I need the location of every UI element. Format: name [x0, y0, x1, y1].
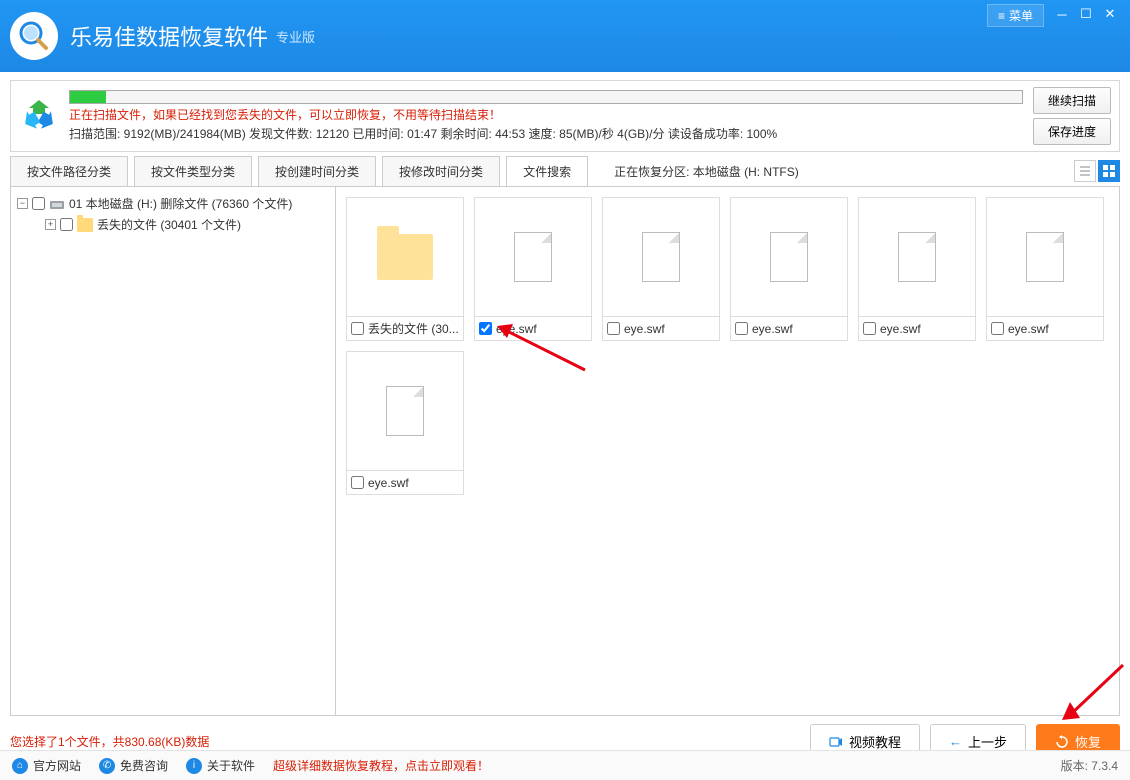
home-icon: ⌂ — [12, 758, 28, 774]
content-area: − 01 本地磁盘 (H:) 删除文件 (76360 个文件) + 丢失的文件 … — [10, 186, 1120, 716]
official-site-link[interactable]: ⌂ 官方网站 — [12, 757, 81, 774]
tree-child-label: 丢失的文件 (30401 个文件) — [97, 216, 241, 233]
scan-panel: 正在扫描文件，如果已经找到您丢失的文件，可以立即恢复，不用等待扫描结束！ 扫描范… — [10, 80, 1120, 152]
app-title: 乐易佳数据恢复软件 — [70, 20, 268, 52]
tree-expand-icon[interactable]: + — [45, 219, 56, 230]
maximize-button[interactable]: ☐ — [1074, 4, 1098, 24]
drive-icon — [49, 196, 65, 212]
file-thumbnail — [475, 198, 591, 316]
tree-child-checkbox[interactable] — [60, 218, 73, 231]
file-item[interactable]: eye.swf — [730, 197, 848, 341]
tabs-row: 按文件路径分类 按文件类型分类 按创建时间分类 按修改时间分类 文件搜索 正在恢… — [10, 156, 1120, 186]
refresh-icon — [1055, 735, 1069, 749]
file-label-row: eye.swf — [475, 316, 591, 340]
scan-stats: 扫描范围: 9192(MB)/241984(MB) 发现文件数: 12120 已… — [69, 125, 1023, 142]
file-label-row: 丢失的文件 (30... — [347, 316, 463, 340]
file-name: 丢失的文件 (30... — [368, 320, 459, 337]
footer-promo[interactable]: 超级详细数据恢复教程，点击立即观看！ — [273, 757, 489, 774]
titlebar: 乐易佳数据恢复软件 专业版 ≡ 菜单 ─ ☐ ✕ — [0, 0, 1130, 72]
tree-collapse-icon[interactable]: − — [17, 198, 28, 209]
file-name: eye.swf — [880, 322, 921, 336]
file-icon — [1026, 232, 1064, 282]
file-name: eye.swf — [368, 476, 409, 490]
file-checkbox[interactable] — [863, 322, 876, 335]
file-thumbnail — [859, 198, 975, 316]
tab-by-path[interactable]: 按文件路径分类 — [10, 156, 128, 186]
tab-by-created[interactable]: 按创建时间分类 — [258, 156, 376, 186]
file-checkbox[interactable] — [991, 322, 1004, 335]
file-item[interactable]: eye.swf — [346, 351, 464, 495]
file-thumbnail — [347, 352, 463, 470]
minimize-button[interactable]: ─ — [1050, 4, 1074, 24]
partition-info: 正在恢复分区: 本地磁盘 (H: NTFS) — [614, 163, 799, 180]
file-label-row: eye.swf — [987, 316, 1103, 340]
file-name: eye.swf — [624, 322, 665, 336]
footer: ⌂ 官方网站 ✆ 免费咨询 i 关于软件 超级详细数据恢复教程，点击立即观看！ … — [0, 750, 1130, 780]
version-label: 版本: 7.3.4 — [1061, 757, 1118, 774]
file-thumbnail — [731, 198, 847, 316]
app-logo — [10, 12, 58, 60]
file-item[interactable]: eye.swf — [474, 197, 592, 341]
file-thumbnail — [603, 198, 719, 316]
arrow-left-icon: ← — [949, 734, 962, 749]
file-item[interactable]: eye.swf — [986, 197, 1104, 341]
grid-icon — [1102, 164, 1116, 178]
tab-search[interactable]: 文件搜索 — [506, 156, 588, 186]
file-icon — [898, 232, 936, 282]
file-checkbox[interactable] — [479, 322, 492, 335]
view-grid-button[interactable] — [1098, 160, 1120, 182]
video-icon — [829, 735, 843, 749]
file-checkbox[interactable] — [607, 322, 620, 335]
app-edition: 专业版 — [276, 27, 315, 46]
recycle-icon — [19, 96, 59, 136]
file-checkbox[interactable] — [735, 322, 748, 335]
folder-icon — [77, 218, 93, 232]
file-grid: 丢失的文件 (30... eye.swf eye.swf eye.swf eye.swf… — [336, 187, 1119, 715]
tree-child-node[interactable]: + 丢失的文件 (30401 个文件) — [45, 214, 329, 235]
tree-panel: − 01 本地磁盘 (H:) 删除文件 (76360 个文件) + 丢失的文件 … — [11, 187, 336, 715]
free-consult-link[interactable]: ✆ 免费咨询 — [99, 757, 168, 774]
chat-icon: ✆ — [99, 758, 115, 774]
file-item[interactable]: 丢失的文件 (30... — [346, 197, 464, 341]
tab-by-type[interactable]: 按文件类型分类 — [134, 156, 252, 186]
info-icon: i — [186, 758, 202, 774]
scan-progress-bar — [69, 90, 1023, 104]
file-checkbox[interactable] — [351, 322, 364, 335]
file-icon — [386, 386, 424, 436]
file-thumbnail — [347, 198, 463, 316]
view-list-button[interactable] — [1074, 160, 1096, 182]
file-label-row: eye.swf — [731, 316, 847, 340]
file-item[interactable]: eye.swf — [602, 197, 720, 341]
tree-root-node[interactable]: − 01 本地磁盘 (H:) 删除文件 (76360 个文件) — [17, 193, 329, 214]
file-thumbnail — [987, 198, 1103, 316]
menu-button[interactable]: ≡ 菜单 — [987, 4, 1044, 27]
folder-icon — [377, 234, 433, 280]
file-checkbox[interactable] — [351, 476, 364, 489]
scan-progress-fill — [70, 91, 106, 103]
file-item[interactable]: eye.swf — [858, 197, 976, 341]
tree-root-checkbox[interactable] — [32, 197, 45, 210]
file-icon — [514, 232, 552, 282]
file-label-row: eye.swf — [603, 316, 719, 340]
about-link[interactable]: i 关于软件 — [186, 757, 255, 774]
tab-by-modified[interactable]: 按修改时间分类 — [382, 156, 500, 186]
file-label-row: eye.swf — [859, 316, 975, 340]
file-icon — [770, 232, 808, 282]
file-name: eye.swf — [496, 322, 537, 336]
magnifier-icon — [16, 18, 52, 54]
file-label-row: eye.swf — [347, 470, 463, 494]
scan-warning: 正在扫描文件，如果已经找到您丢失的文件，可以立即恢复，不用等待扫描结束！ — [69, 106, 1023, 123]
tree-root-label: 01 本地磁盘 (H:) 删除文件 (76360 个文件) — [69, 195, 292, 212]
file-icon — [642, 232, 680, 282]
continue-scan-button[interactable]: 继续扫描 — [1033, 87, 1111, 114]
list-icon — [1078, 164, 1092, 178]
file-name: eye.swf — [752, 322, 793, 336]
close-button[interactable]: ✕ — [1098, 4, 1122, 24]
save-progress-button[interactable]: 保存进度 — [1033, 118, 1111, 145]
menu-icon: ≡ — [998, 9, 1005, 23]
file-name: eye.swf — [1008, 322, 1049, 336]
selection-text: 您选择了1个文件，共830.68(KB)数据 — [10, 733, 209, 750]
